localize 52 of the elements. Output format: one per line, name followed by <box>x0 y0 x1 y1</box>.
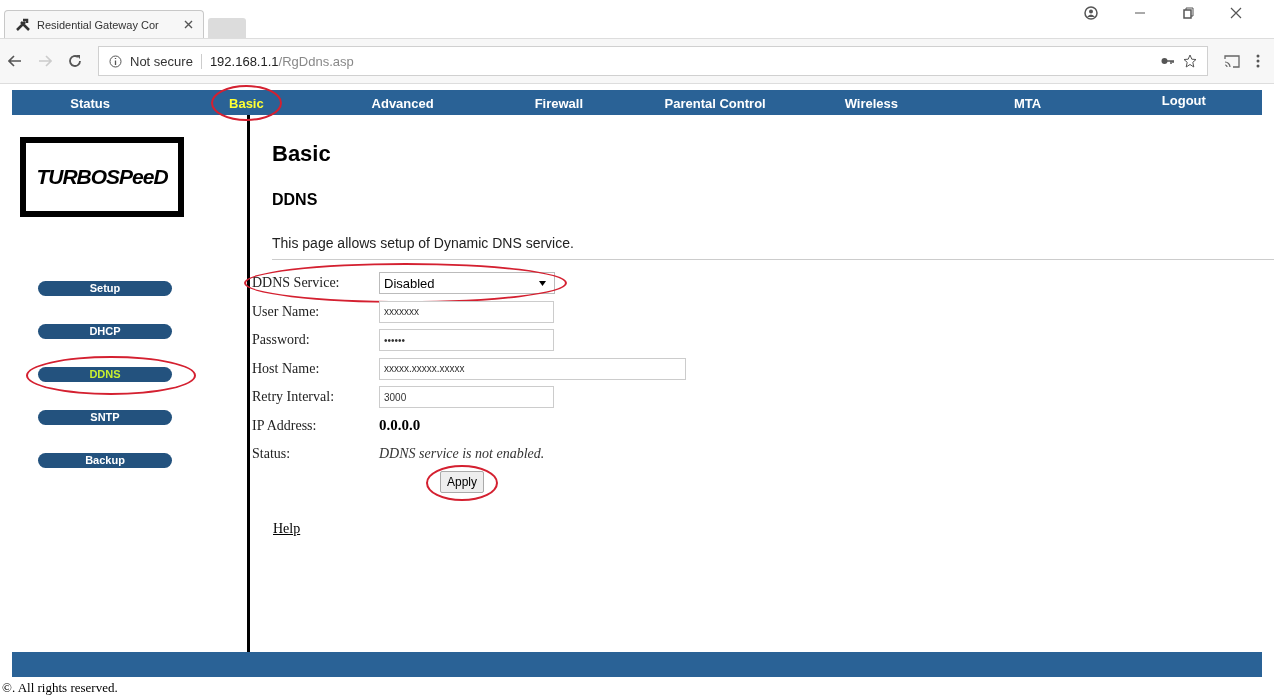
input-field[interactable]: xxxxxxx <box>379 300 554 323</box>
field-label: Password: <box>251 332 311 349</box>
nav-link[interactable]: MTA <box>1014 95 1042 111</box>
menu-icon[interactable] <box>1256 54 1260 68</box>
nav-link[interactable]: Wireless <box>844 95 899 111</box>
url-text: 192.168.1.1/RgDdns.asp <box>209 53 354 69</box>
close-icon[interactable] <box>1230 7 1242 19</box>
profile-icon[interactable] <box>1084 6 1098 20</box>
nav-link[interactable]: Logout <box>1161 92 1206 108</box>
input-field[interactable]: 3000 <box>379 386 554 409</box>
ip-address-value: 0.0.0.0 <box>379 417 421 435</box>
star-icon[interactable] <box>1183 54 1197 68</box>
sidebar-button[interactable]: Backup <box>38 453 172 468</box>
nav-link[interactable]: Parental Control <box>664 95 766 111</box>
tab-title: Residential Gateway Cor <box>37 18 160 31</box>
logo: TURBOSPeeD <box>20 137 184 217</box>
browser-tab[interactable]: Residential Gateway Cor <box>4 10 204 38</box>
restore-icon[interactable] <box>1182 7 1194 19</box>
security-label: Not secure <box>130 53 202 69</box>
nav-link[interactable]: Firewall <box>534 95 584 111</box>
help-link[interactable]: Help <box>273 520 301 537</box>
back-icon[interactable] <box>8 55 22 67</box>
section-title: DDNS <box>272 191 319 209</box>
sidebar-button[interactable]: DDNS <box>38 367 172 382</box>
address-bar[interactable]: Not secure 192.168.1.1/RgDdns.asp <box>98 46 1208 76</box>
sidebar-button[interactable]: DHCP <box>38 324 172 339</box>
field-label: DDNS Service: <box>251 275 341 292</box>
info-icon <box>109 54 122 68</box>
status-text: DDNS service is not enabled. <box>379 446 545 463</box>
nav-link[interactable]: Basic <box>229 95 264 111</box>
input-field[interactable]: xxxxx.xxxxx.xxxxx <box>379 357 686 380</box>
field-label: Host Name: <box>251 360 321 377</box>
apply-button[interactable]: Apply <box>440 470 485 493</box>
input-field[interactable]: •••••• <box>379 329 554 352</box>
copyright-text: ©. All rights reserved. <box>1 679 119 696</box>
sidebar-button[interactable]: SNTP <box>38 410 172 425</box>
field-label: Retry Interval: <box>251 389 336 406</box>
reload-icon[interactable] <box>68 54 82 68</box>
key-icon[interactable] <box>1161 57 1175 65</box>
field-label: Status: <box>251 446 292 463</box>
sidebar-button[interactable]: Setup <box>38 281 172 296</box>
caret-icon <box>539 280 546 286</box>
description-text: This page allows setup of Dynamic DNS service. <box>272 235 1274 260</box>
field-label: User Name: <box>251 303 321 320</box>
cast-icon[interactable] <box>1224 54 1240 68</box>
tools-icon <box>15 17 31 32</box>
field-label: IP Address: <box>251 417 318 434</box>
nav-link[interactable]: Status <box>70 95 110 111</box>
service-dropdown[interactable]: Disabled <box>379 272 555 295</box>
close-icon[interactable] <box>184 20 193 29</box>
page-title: Basic <box>272 141 332 167</box>
nav-link[interactable]: Advanced <box>371 95 434 111</box>
